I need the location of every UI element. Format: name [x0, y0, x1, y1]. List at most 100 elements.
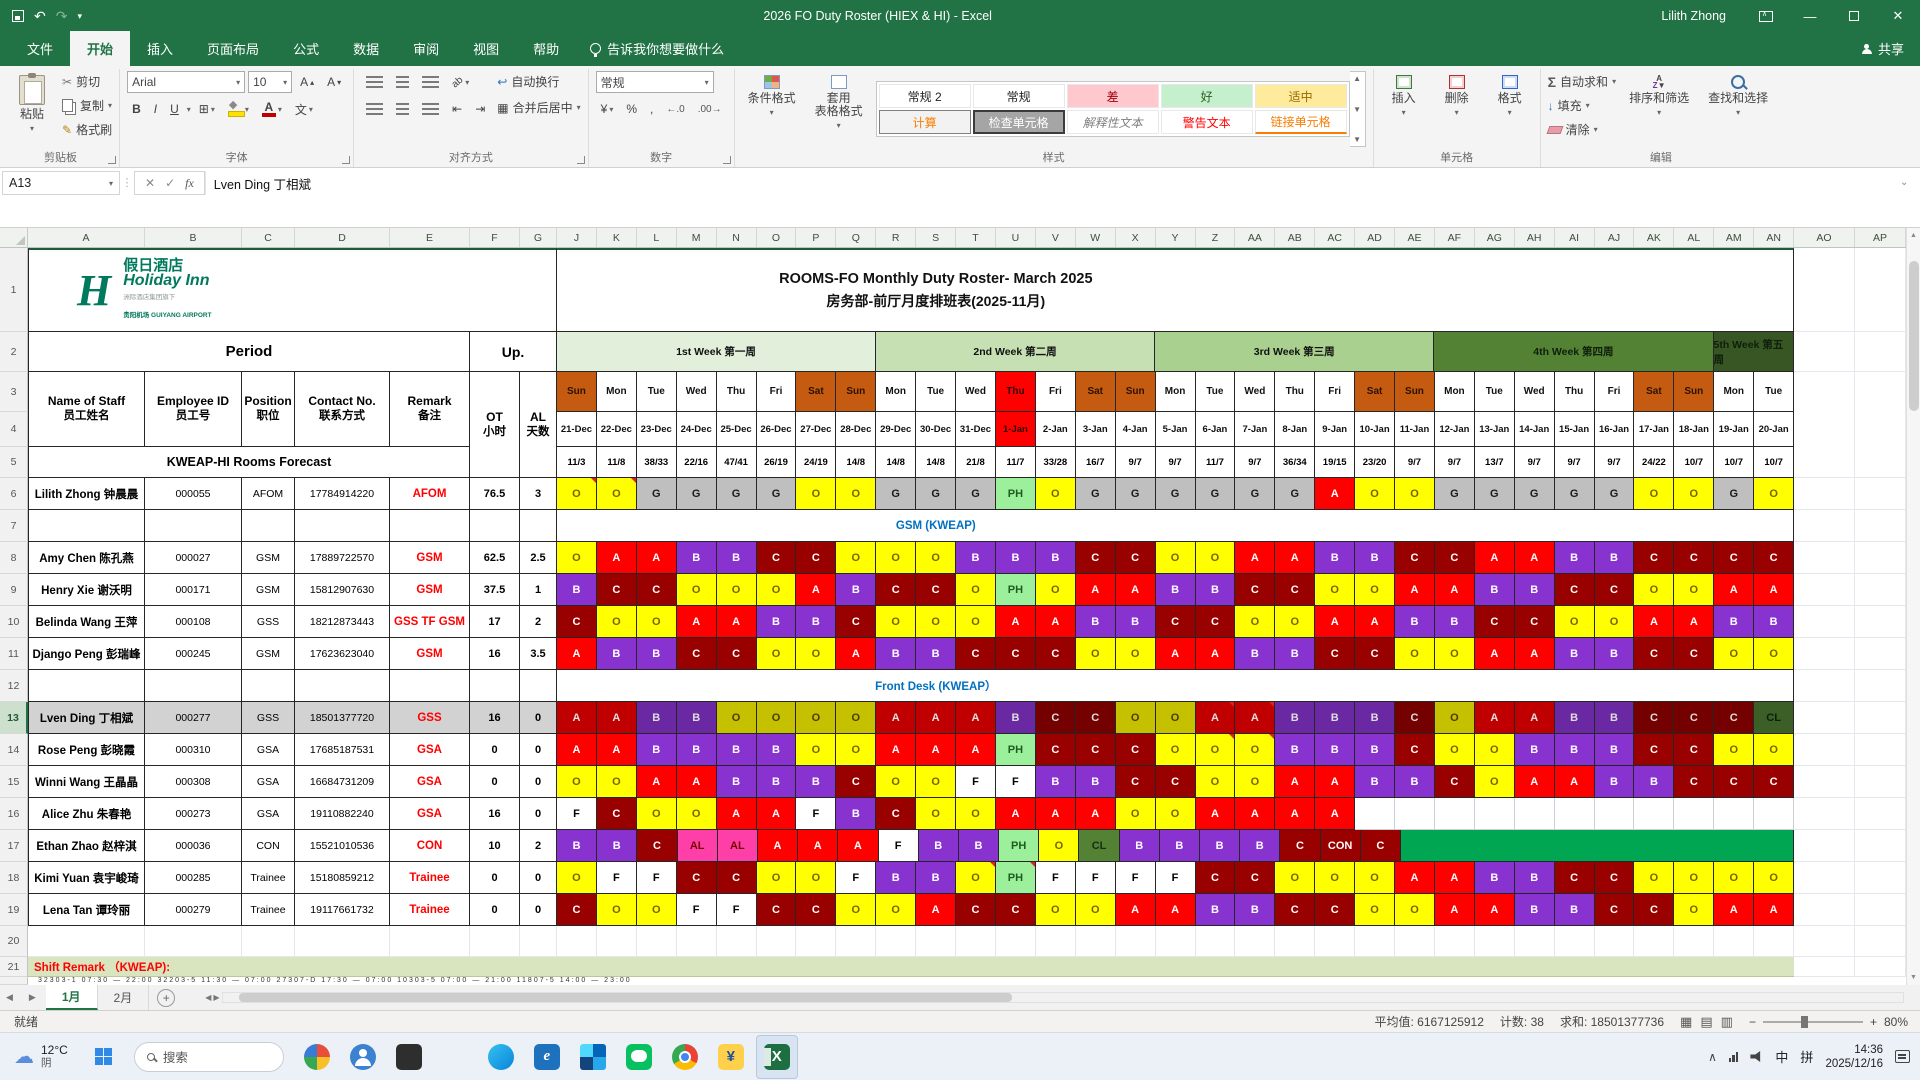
shift-cell[interactable]: B [716, 734, 757, 766]
shift-cell[interactable]: O [557, 862, 597, 894]
date-cell[interactable]: 14-Jan [1514, 412, 1555, 447]
date-cell[interactable]: 25-Dec [716, 412, 757, 447]
tell-me-box[interactable]: 告诉我你想要做什么 [576, 31, 738, 66]
ot-cell[interactable]: 16 [470, 638, 520, 670]
shift-cell[interactable]: C [1754, 766, 1795, 798]
al-cell[interactable]: 0 [520, 766, 557, 798]
forecast-cell[interactable]: 11/7 [995, 447, 1036, 478]
borders-icon[interactable]: ⊞ ▾ [194, 98, 220, 120]
shift-cell[interactable]: F [1075, 862, 1116, 894]
remark-cell[interactable]: GSA [390, 734, 470, 766]
contact-cell[interactable]: 15812907630 [295, 574, 390, 606]
shift-cell[interactable]: B [636, 702, 677, 734]
shift-cell[interactable]: CL [1754, 702, 1795, 734]
day-name-cell[interactable]: Wed [676, 372, 717, 412]
forecast-cell[interactable]: 16/7 [1075, 447, 1116, 478]
header-name-of-staff[interactable]: Name of Staff 员工姓名 [28, 372, 145, 447]
start-button[interactable] [82, 1033, 126, 1080]
shift-cell[interactable]: O [1395, 894, 1435, 926]
shift-cell[interactable]: A [1235, 702, 1276, 734]
align-center-icon[interactable] [391, 98, 414, 120]
column-header-AK[interactable]: AK [1634, 228, 1675, 247]
shift-cell[interactable]: O [1674, 894, 1715, 926]
shift-cell[interactable]: O [1395, 638, 1435, 670]
column-header-W[interactable]: W [1076, 228, 1116, 247]
shift-cell[interactable]: C [1315, 638, 1356, 670]
shift-cell[interactable]: O [1075, 638, 1116, 670]
shift-cell[interactable]: G [1434, 478, 1475, 510]
shift-cell[interactable]: C [876, 798, 917, 830]
shift-cell[interactable]: B [636, 734, 677, 766]
forecast-cell[interactable]: 36/34 [1275, 447, 1316, 478]
shift-cell[interactable]: A [916, 702, 957, 734]
column-header-B[interactable]: B [145, 228, 242, 247]
tab-page-layout[interactable]: 页面布局 [190, 31, 276, 66]
shift-cell[interactable]: CL [1079, 830, 1120, 862]
shift-cell[interactable]: A [1434, 574, 1475, 606]
accounting-format-icon[interactable]: ¥ ▾ [596, 98, 619, 120]
cancel-icon[interactable]: ✕ [145, 176, 155, 190]
font-color-icon[interactable]: A ▾ [257, 98, 287, 120]
shift-cell[interactable]: B [836, 798, 877, 830]
shift-cell[interactable]: C [557, 606, 597, 638]
date-cell[interactable]: 18-Jan [1674, 412, 1715, 447]
shift-cell[interactable]: O [1075, 894, 1116, 926]
forecast-cell[interactable]: 22/16 [676, 447, 717, 478]
shift-cell[interactable]: B [1119, 830, 1160, 862]
save-icon[interactable] [12, 10, 24, 22]
shift-cell[interactable]: G [636, 478, 677, 510]
shift-cell[interactable]: A [596, 734, 637, 766]
shift-cell[interactable]: G [716, 478, 757, 510]
shift-cell[interactable]: CON [1320, 830, 1361, 862]
shift-cell[interactable]: O [1155, 734, 1196, 766]
forecast-cell[interactable]: 23/20 [1355, 447, 1396, 478]
date-cell[interactable]: 16-Jan [1594, 412, 1635, 447]
column-header-A[interactable]: A [28, 228, 145, 247]
shift-cell[interactable]: C [1235, 862, 1276, 894]
shift-cell[interactable]: O [1275, 606, 1316, 638]
shift-cell[interactable]: A [1514, 766, 1555, 798]
shift-cell[interactable]: B [1035, 542, 1076, 574]
employee-id-cell[interactable]: 000279 [145, 894, 242, 926]
shift-cell[interactable]: C [1634, 894, 1675, 926]
shift-cell[interactable]: F [878, 830, 919, 862]
staff-name-cell[interactable]: Belinda Wang 王萍 [28, 606, 145, 638]
shift-cell[interactable]: O [796, 478, 837, 510]
date-cell[interactable]: 3-Jan [1075, 412, 1116, 447]
shift-cell[interactable]: G [1235, 478, 1276, 510]
shift-cell[interactable]: B [636, 638, 677, 670]
shift-cell[interactable]: B [1594, 542, 1635, 574]
forecast-cell[interactable]: 9/7 [1155, 447, 1196, 478]
shift-cell[interactable]: O [1035, 894, 1076, 926]
date-cell[interactable]: 5-Jan [1155, 412, 1196, 447]
employee-id-cell[interactable]: 000108 [145, 606, 242, 638]
column-header-F[interactable]: F [470, 228, 520, 247]
vertical-scrollbar[interactable]: ▲ ▼ [1906, 228, 1920, 985]
contact-cell[interactable]: 17685187531 [295, 734, 390, 766]
shift-cell[interactable]: C [1674, 702, 1715, 734]
shift-cell[interactable]: C [1075, 734, 1116, 766]
style-calculation[interactable]: 计算 [878, 110, 971, 134]
shift-cell[interactable] [1634, 798, 1675, 830]
row-header-8[interactable]: 8 [0, 542, 28, 574]
hscroll-thumb[interactable] [239, 993, 1013, 1002]
shift-cell[interactable] [1674, 798, 1715, 830]
ot-cell[interactable]: 62.5 [470, 542, 520, 574]
shift-cell[interactable]: O [596, 894, 637, 926]
shift-cell[interactable]: C [716, 638, 757, 670]
font-size-combo[interactable]: 10 ▾ [248, 71, 293, 93]
shift-cell[interactable]: A [1315, 798, 1356, 830]
shift-cell[interactable]: O [1714, 734, 1755, 766]
decrease-indent-icon[interactable]: ⇤ [447, 98, 467, 120]
shift-cell[interactable]: B [1355, 734, 1396, 766]
shift-cell[interactable]: G [1594, 478, 1635, 510]
employee-id-cell[interactable]: 000308 [145, 766, 242, 798]
style-warning[interactable]: 警告文本 [1160, 110, 1253, 134]
shift-cell[interactable]: O [1714, 862, 1755, 894]
shift-cell[interactable]: B [1235, 894, 1276, 926]
shift-cell[interactable]: A [1235, 798, 1276, 830]
position-cell[interactable]: Trainee [242, 894, 295, 926]
forecast-cell[interactable]: 11/8 [596, 447, 637, 478]
column-header-AN[interactable]: AN [1754, 228, 1795, 247]
day-name-cell[interactable]: Mon [1714, 372, 1755, 412]
